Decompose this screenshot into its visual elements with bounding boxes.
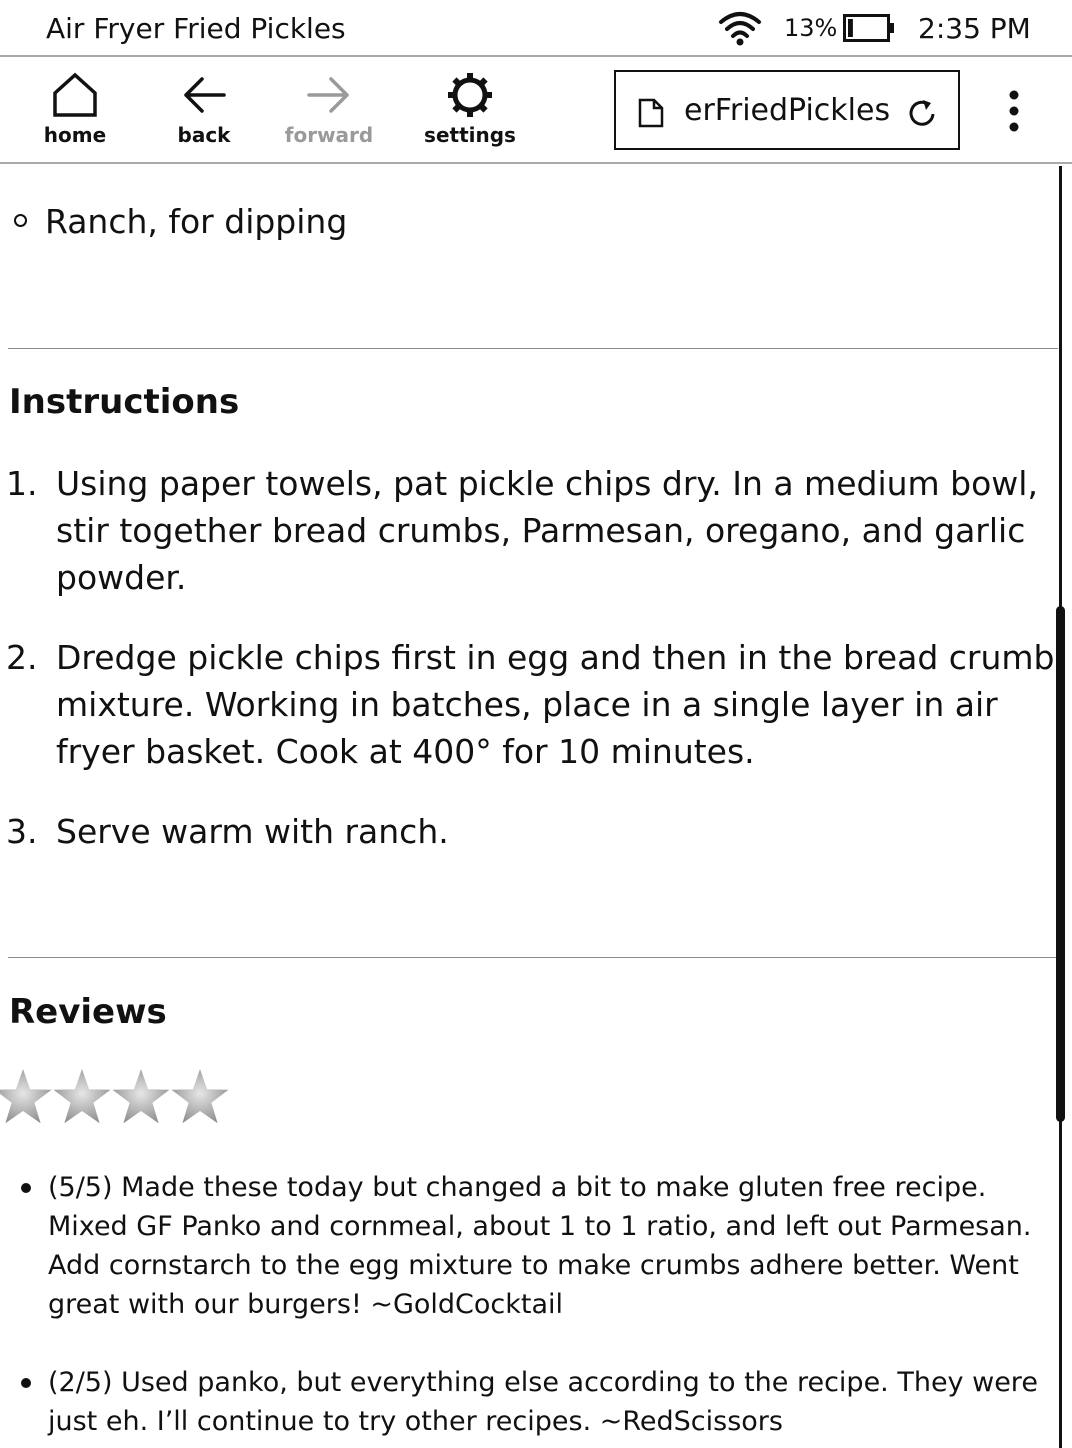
reviews-heading: Reviews — [9, 992, 167, 1032]
bullet-icon — [21, 1378, 31, 1388]
browser-toolbar: home back forward settings erFriedPickle… — [0, 59, 1072, 164]
back-label: back — [177, 123, 231, 147]
list-item: Ranch, for dipping — [14, 202, 347, 241]
settings-label: settings — [424, 123, 516, 147]
list-item: 3. Serve warm with ranch. — [0, 808, 1058, 855]
step-number: 2. — [6, 638, 38, 677]
step-number: 1. — [6, 464, 38, 503]
home-icon — [53, 72, 97, 117]
address-text: erFriedPickles — [684, 93, 891, 128]
clock: 2:35 PM — [918, 12, 1031, 45]
address-bar[interactable]: erFriedPickles — [614, 70, 960, 150]
step-text: Dredge pickle chips first in egg and the… — [56, 638, 1055, 771]
page-title: Air Fryer Fried Pickles — [46, 12, 346, 45]
instructions-list: 1. Using paper towels, pat pickle chips … — [0, 460, 1058, 888]
ingredient-text: Ranch, for dipping — [45, 202, 348, 241]
wifi-icon — [719, 12, 761, 46]
review-text: (2/5) Used panko, but everything else ac… — [48, 1367, 1038, 1437]
page-content[interactable]: Ranch, for dipping Instructions 1. Using… — [0, 166, 1058, 1448]
divider — [8, 957, 1058, 958]
battery-icon — [843, 14, 894, 42]
star-icon — [112, 1069, 170, 1124]
list-item: (2/5) Used panko, but everything else ac… — [0, 1363, 1058, 1441]
document-icon — [638, 98, 664, 128]
step-number: 3. — [6, 812, 38, 851]
status-bar: Air Fryer Fried Pickles 13% 2:35 PM — [0, 0, 1072, 57]
forward-arrow-icon — [307, 77, 349, 113]
home-button[interactable]: home — [20, 71, 130, 155]
back-arrow-icon — [184, 77, 226, 113]
star-icon — [171, 1069, 229, 1124]
battery-percent: 13% — [784, 14, 838, 42]
back-button[interactable]: back — [149, 71, 259, 155]
star-rating — [0, 1066, 229, 1130]
instructions-heading: Instructions — [9, 382, 240, 422]
step-text: Using paper towels, pat pickle chips dry… — [56, 464, 1038, 597]
list-item: 2. Dredge pickle chips first in egg and … — [0, 634, 1058, 775]
forward-button[interactable]: forward — [274, 71, 384, 155]
forward-label: forward — [284, 123, 374, 147]
step-text: Serve warm with ranch. — [56, 812, 449, 851]
star-icon — [0, 1069, 52, 1124]
settings-button[interactable]: settings — [415, 71, 525, 155]
divider — [8, 348, 1058, 349]
gear-icon — [448, 73, 492, 117]
circle-bullet-icon — [14, 214, 27, 227]
reviews-list: (5/5) Made these today but changed a bit… — [0, 1168, 1058, 1448]
reload-icon[interactable] — [906, 98, 938, 128]
scrollbar-thumb[interactable] — [1056, 606, 1065, 1122]
list-item: (5/5) Made these today but changed a bit… — [0, 1168, 1058, 1324]
review-text: (5/5) Made these today but changed a bit… — [48, 1172, 1032, 1320]
home-label: home — [43, 123, 107, 147]
list-item: 1. Using paper towels, pat pickle chips … — [0, 460, 1058, 601]
bullet-icon — [21, 1183, 31, 1193]
star-icon — [53, 1069, 111, 1124]
more-vertical-icon[interactable] — [998, 89, 1030, 133]
